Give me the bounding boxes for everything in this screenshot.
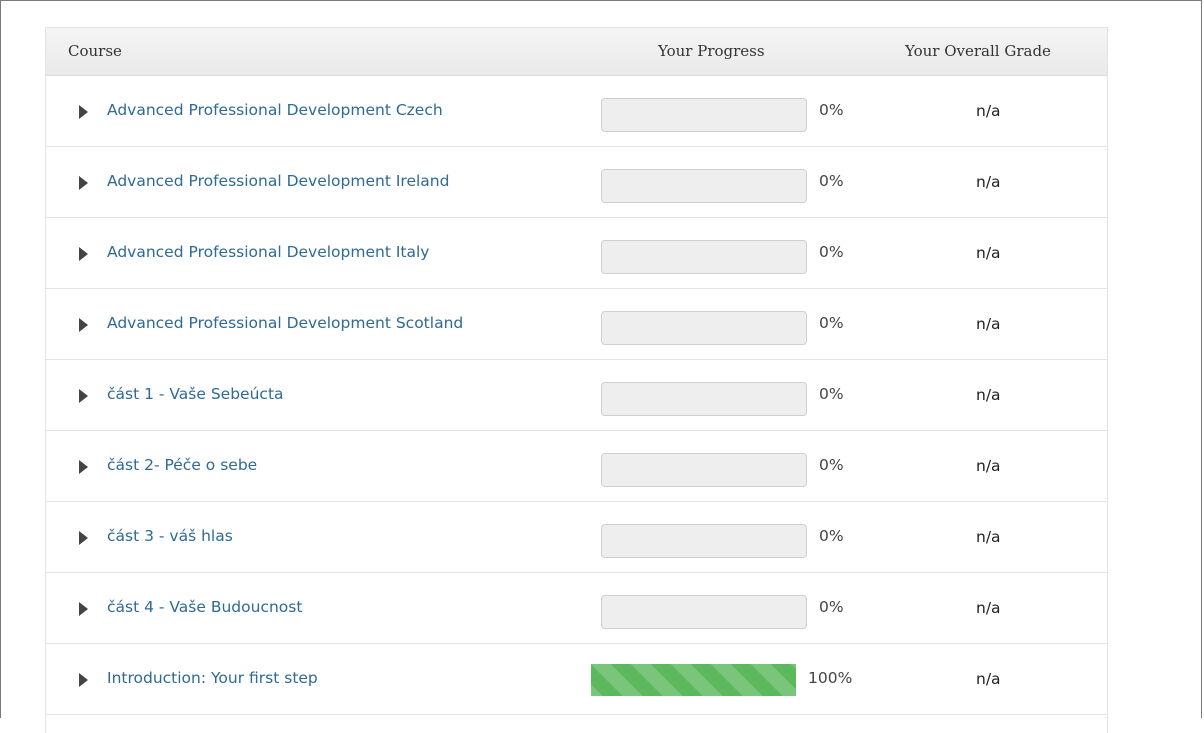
page-frame: Course Your Progress Your Overall Grade …	[0, 0, 1202, 733]
progress-percent: 0%	[819, 101, 844, 119]
table-row: část 3 - váš hlas 0% n/a	[46, 502, 1107, 573]
caret-right-icon[interactable]	[79, 247, 88, 261]
table-row: část 4 - Vaše Budoucnost 0% n/a	[46, 573, 1107, 644]
course-link[interactable]: Advanced Professional Development Italy	[107, 243, 429, 261]
header-progress: Your Progress	[658, 42, 765, 60]
course-progress-table: Course Your Progress Your Overall Grade …	[45, 27, 1108, 733]
overall-grade: n/a	[976, 386, 1001, 404]
progress-bar-fill	[591, 664, 796, 696]
overall-grade: n/a	[976, 599, 1001, 617]
progress-bar	[601, 382, 807, 416]
overall-grade: n/a	[976, 173, 1001, 191]
course-link[interactable]: Advanced Professional Development Czech	[107, 101, 443, 119]
course-link[interactable]: část 2- Péče o sebe	[107, 456, 257, 474]
progress-percent: 0%	[819, 456, 844, 474]
table-row: Advanced Professional Development Czech 0…	[46, 76, 1107, 147]
caret-right-icon[interactable]	[79, 602, 88, 616]
caret-right-icon[interactable]	[79, 460, 88, 474]
progress-percent: 0%	[819, 243, 844, 261]
progress-bar	[601, 595, 807, 629]
caret-right-icon[interactable]	[79, 531, 88, 545]
table-row: Advanced Professional Development Scotla…	[46, 289, 1107, 360]
progress-bar	[601, 453, 807, 487]
progress-bar	[601, 311, 807, 345]
table-row-partial	[46, 714, 1107, 733]
progress-bar	[601, 98, 807, 132]
course-link[interactable]: část 4 - Vaše Budoucnost	[107, 598, 302, 616]
header-course: Course	[68, 42, 122, 60]
course-link[interactable]: část 3 - váš hlas	[107, 527, 233, 545]
overall-grade: n/a	[976, 315, 1001, 333]
table-row: část 2- Péče o sebe 0% n/a	[46, 431, 1107, 502]
caret-right-icon[interactable]	[79, 389, 88, 403]
progress-percent: 100%	[808, 669, 853, 687]
progress-percent: 0%	[819, 172, 844, 190]
course-link[interactable]: Introduction: Your first step	[107, 669, 318, 687]
progress-bar	[591, 664, 796, 696]
table-row: Introduction: Your first step 100% n/a	[46, 644, 1107, 714]
caret-right-icon[interactable]	[79, 105, 88, 119]
table-row: Advanced Professional Development Italy 0…	[46, 218, 1107, 289]
overall-grade: n/a	[976, 670, 1001, 688]
course-link[interactable]: část 1 - Vaše Sebeúcta	[107, 385, 284, 403]
progress-bar	[601, 524, 807, 558]
caret-right-icon[interactable]	[79, 318, 88, 332]
table-row: Advanced Professional Development Irelan…	[46, 147, 1107, 218]
progress-percent: 0%	[819, 385, 844, 403]
progress-percent: 0%	[819, 598, 844, 616]
table-row: část 1 - Vaše Sebeúcta 0% n/a	[46, 360, 1107, 431]
caret-right-icon[interactable]	[79, 673, 88, 687]
table-header: Course Your Progress Your Overall Grade	[46, 27, 1107, 76]
progress-bar	[601, 240, 807, 274]
table-body: Advanced Professional Development Czech 0…	[46, 76, 1107, 714]
course-link[interactable]: Advanced Professional Development Scotla…	[107, 314, 463, 332]
progress-percent: 0%	[819, 527, 844, 545]
overall-grade: n/a	[976, 528, 1001, 546]
header-grade: Your Overall Grade	[905, 42, 1051, 60]
overall-grade: n/a	[976, 102, 1001, 120]
caret-right-icon[interactable]	[79, 176, 88, 190]
overall-grade: n/a	[976, 244, 1001, 262]
progress-percent: 0%	[819, 314, 844, 332]
overall-grade: n/a	[976, 457, 1001, 475]
course-link[interactable]: Advanced Professional Development Irelan…	[107, 172, 449, 190]
progress-bar	[601, 169, 807, 203]
